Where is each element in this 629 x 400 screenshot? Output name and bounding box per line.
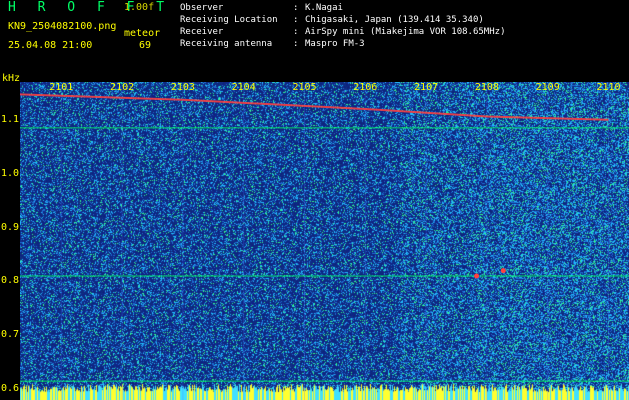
info-row-antenna: Receiving antenna: Maspro FM-3 [180, 40, 365, 49]
meteor-count: 69 [139, 40, 152, 51]
x-tick-label: 2102 [110, 82, 134, 93]
y-tick-label: 0.9 [1, 221, 20, 233]
info-separator: : [293, 15, 299, 25]
header-panel: H R O F F T 1.00f KN9_2504082100.png met… [0, 0, 629, 84]
datetime-label: 25.04.08 21:00 [8, 40, 93, 51]
info-value: AirSpy mini (Miakejima VOR 108.65MHz) [305, 27, 506, 37]
y-tick-label: 0.8 [1, 275, 20, 287]
meteor-ping [500, 268, 506, 274]
y-tick-label: 0.7 [1, 329, 20, 341]
waterfall-overlay: 2101 2102 2103 2104 2105 2106 2107 2108 2109 2110 [20, 82, 629, 400]
info-value: K.Nagai [305, 3, 343, 13]
y-axis-strip [0, 82, 20, 400]
x-tick-label: 2106 [353, 82, 377, 93]
info-value: Maspro FM-3 [305, 39, 365, 49]
x-tick-label: 2104 [232, 82, 256, 93]
info-key: Receiving Location [180, 15, 278, 25]
info-separator: : [293, 3, 299, 13]
info-row-location: Receiving Location: Chigasaki, Japan (139… [180, 16, 484, 25]
y-tick-label: 0.6 [1, 383, 20, 395]
filename-label: KN9_2504082100.png [8, 21, 117, 32]
meteor-ping [474, 273, 480, 279]
info-separator: : [293, 27, 299, 37]
info-row-receiver: Receiver: AirSpy mini (Miakejima VOR 108.… [180, 28, 505, 37]
info-key: Receiver [180, 27, 224, 37]
x-tick-label: 2105 [292, 82, 316, 93]
x-tick-label: 2110 [596, 82, 620, 93]
info-row-observer: Observer: K.Nagai [180, 4, 343, 13]
info-separator: : [293, 39, 299, 49]
x-tick-label: 2108 [475, 82, 499, 93]
version-label: 1.00f [124, 2, 155, 13]
waterfall-spectrogram: 2101 2102 2103 2104 2105 2106 2107 2108 2109 2110 [20, 82, 629, 400]
info-key: Receiving antenna [180, 39, 273, 49]
x-tick-label: 2109 [536, 82, 560, 93]
info-key: Observer [180, 3, 224, 13]
meteor-label: meteor [124, 28, 161, 39]
info-value: Chigasaki, Japan (139.414 35.340) [305, 15, 484, 25]
x-tick-label: 2103 [171, 82, 195, 93]
y-tick-label: 1.0 [1, 167, 20, 179]
y-tick-label: 1.1 [1, 113, 20, 125]
x-tick-label: 2101 [49, 82, 73, 93]
x-tick-label: 2107 [414, 82, 438, 93]
carrier-trace [20, 93, 609, 121]
